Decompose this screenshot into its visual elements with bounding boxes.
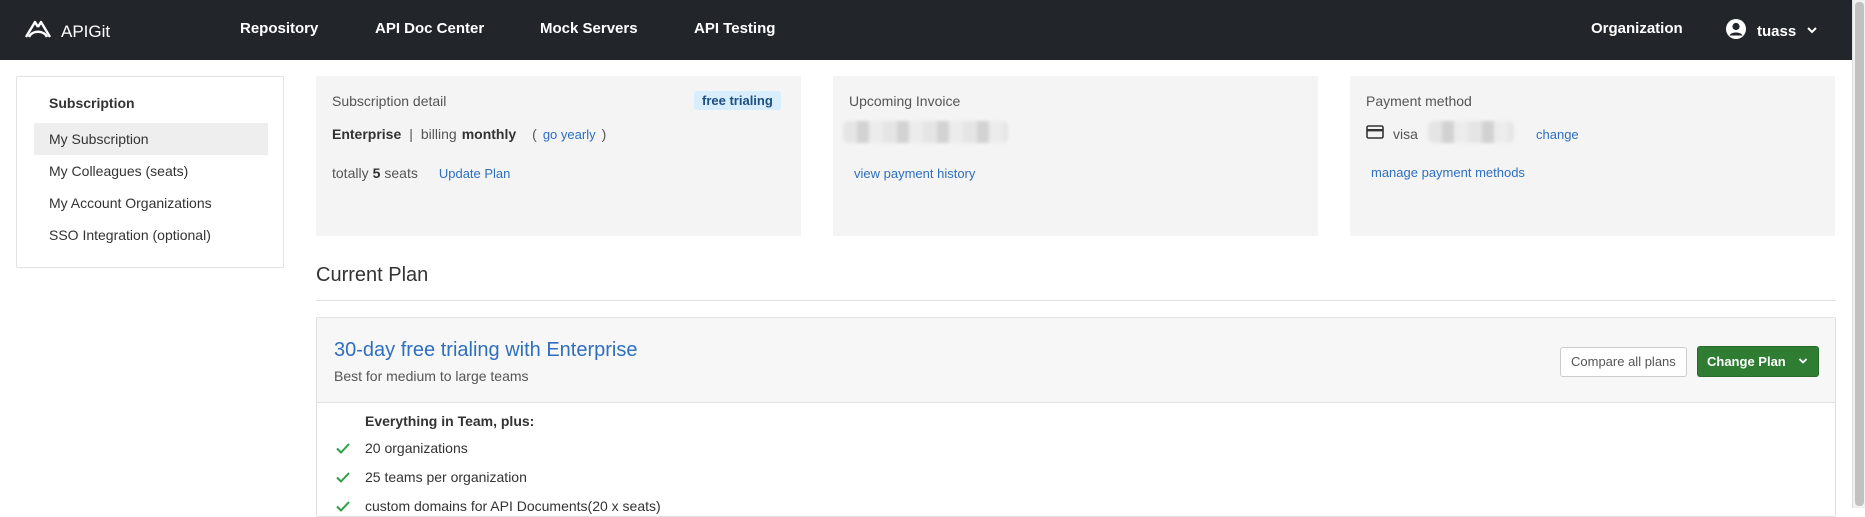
totally-label: totally bbox=[332, 165, 369, 181]
apigit-logo-icon bbox=[23, 17, 53, 46]
payment-history-line: view payment history bbox=[854, 166, 975, 181]
card-line: visa bbox=[1366, 125, 1418, 142]
seats-line: totally 5 seats Update Plan bbox=[332, 165, 510, 181]
change-payment-link[interactable]: change bbox=[1536, 127, 1579, 142]
check-icon bbox=[335, 498, 351, 514]
change-plan-label: Change Plan bbox=[1707, 354, 1786, 369]
feature-item: custom domains for API Documents(20 x se… bbox=[335, 498, 661, 514]
subscription-detail-card: Subscription detail free trialing Enterp… bbox=[316, 76, 801, 236]
nav-mock-servers[interactable]: Mock Servers bbox=[540, 20, 638, 37]
feature-text: custom domains for API Documents(20 x se… bbox=[365, 498, 661, 514]
view-payment-history-link[interactable]: view payment history bbox=[854, 166, 975, 181]
plan-subtitle: Best for medium to large teams bbox=[334, 368, 529, 384]
features-heading: Everything in Team, plus: bbox=[365, 413, 535, 429]
user-name: tuass bbox=[1757, 23, 1797, 40]
billing-cycle: monthly bbox=[461, 126, 517, 142]
current-plan-panel: 30-day free trialing with Enterprise Bes… bbox=[316, 317, 1836, 517]
sidebar-title: Subscription bbox=[49, 95, 135, 111]
feature-item: 25 teams per organization bbox=[335, 469, 527, 485]
redacted-invoice-amount bbox=[843, 121, 1008, 143]
user-menu[interactable]: tuass bbox=[1725, 18, 1818, 45]
redacted-card-number bbox=[1428, 121, 1514, 143]
sidebar-item-my-account-organizations[interactable]: My Account Organizations bbox=[34, 187, 268, 219]
section-divider bbox=[316, 300, 1836, 301]
feature-text: 20 organizations bbox=[365, 440, 468, 456]
sidebar-item-my-colleagues[interactable]: My Colleagues (seats) bbox=[34, 155, 268, 187]
user-avatar-icon bbox=[1725, 18, 1747, 45]
scrollbar-thumb[interactable] bbox=[1855, 2, 1864, 506]
sidebar-item-sso-integration[interactable]: SSO Integration (optional) bbox=[34, 219, 268, 251]
change-line: change bbox=[1536, 127, 1579, 142]
manage-line: manage payment methods bbox=[1371, 165, 1525, 180]
nav-api-doc-center[interactable]: API Doc Center bbox=[375, 20, 484, 37]
manage-payment-methods-link[interactable]: manage payment methods bbox=[1371, 165, 1525, 180]
check-icon bbox=[335, 440, 351, 456]
payment-method-card: Payment method visa change manage paymen… bbox=[1350, 76, 1835, 236]
feature-text: 25 teams per organization bbox=[365, 469, 527, 485]
card-title: Subscription detail bbox=[332, 93, 447, 109]
card-brand: visa bbox=[1393, 125, 1418, 142]
plan-billing-line: Enterprise | billing monthly ( go yearly… bbox=[332, 126, 606, 142]
logo-text: APIGit bbox=[61, 21, 111, 41]
current-plan-heading: Current Plan bbox=[316, 264, 429, 286]
page-scrollbar[interactable] bbox=[1852, 0, 1865, 508]
paren-close: ) bbox=[601, 126, 607, 142]
nav-organization[interactable]: Organization bbox=[1591, 20, 1683, 37]
seats-label: seats bbox=[384, 165, 418, 181]
status-badge: free trialing bbox=[694, 91, 781, 110]
paren-open: ( bbox=[532, 126, 537, 142]
feature-item: 20 organizations bbox=[335, 440, 468, 456]
nav-api-testing[interactable]: API Testing bbox=[694, 20, 775, 37]
update-plan-link[interactable]: Update Plan bbox=[439, 166, 511, 181]
billing-label: billing bbox=[420, 126, 457, 142]
chevron-down-icon bbox=[1798, 354, 1808, 369]
change-plan-button[interactable]: Change Plan bbox=[1697, 346, 1819, 377]
logo[interactable]: APIGit bbox=[23, 17, 110, 46]
plan-header: 30-day free trialing with Enterprise Bes… bbox=[317, 318, 1835, 403]
seats-count: 5 bbox=[372, 165, 381, 181]
chevron-down-icon bbox=[1806, 23, 1818, 41]
compare-all-plans-button[interactable]: Compare all plans bbox=[1560, 347, 1687, 377]
card-title: Upcoming Invoice bbox=[849, 93, 961, 109]
check-icon bbox=[335, 469, 351, 485]
upcoming-invoice-card: Upcoming Invoice view payment history bbox=[833, 76, 1318, 236]
go-yearly-link[interactable]: go yearly bbox=[543, 127, 596, 142]
sidebar-item-my-subscription[interactable]: My Subscription bbox=[34, 123, 268, 155]
credit-card-icon bbox=[1366, 125, 1384, 142]
plan-name: 30-day free trialing with Enterprise bbox=[334, 339, 638, 361]
card-title: Payment method bbox=[1366, 93, 1472, 109]
subscription-sidebar: Subscription My Subscription My Colleagu… bbox=[16, 76, 284, 268]
nav-repository[interactable]: Repository bbox=[240, 20, 318, 37]
top-nav-bar: APIGit Repository API Doc Center Mock Se… bbox=[0, 0, 1852, 60]
plan-tier: Enterprise bbox=[332, 126, 402, 142]
separator: | bbox=[409, 126, 413, 142]
